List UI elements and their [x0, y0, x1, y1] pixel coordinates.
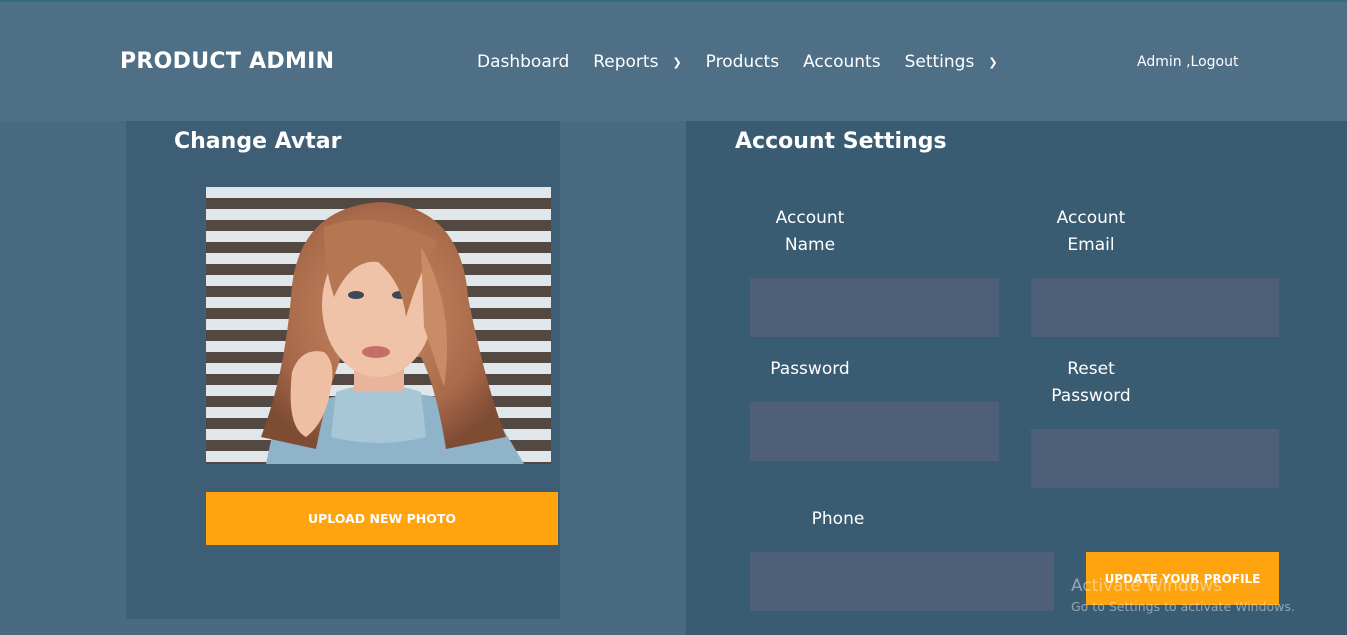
watermark-subtitle: Go to Settings to activate Windows.: [1071, 599, 1295, 614]
password-input[interactable]: [750, 402, 999, 461]
watermark-title: Activate Windows: [1071, 576, 1222, 596]
account-name-input[interactable]: [750, 278, 999, 337]
password-label: Password: [770, 359, 850, 379]
nav-settings-label: Settings: [904, 52, 975, 72]
phone-label: Phone: [811, 509, 865, 529]
account-email-input[interactable]: [1031, 278, 1279, 337]
change-avatar-panel: Change Avtar UPLOAD NEW PHOTO: [126, 121, 560, 619]
nav-dashboard-label: Dashboard: [477, 52, 570, 72]
brand-logo[interactable]: PRODUCT ADMIN: [120, 49, 334, 74]
chevron-down-icon: ❯: [988, 55, 998, 69]
account-name-label: Account Name: [750, 205, 870, 259]
main-nav: Dashboard Reports ❯ Products Accounts Se…: [477, 52, 1022, 72]
reset-password-label-line2: Password: [1051, 386, 1131, 406]
admin-logout-link[interactable]: Admin ,Logout: [1137, 54, 1238, 70]
reset-password-label: Reset Password: [1031, 356, 1151, 410]
account-name-label-line2: Name: [784, 235, 836, 255]
nav-settings[interactable]: Settings ❯: [905, 52, 998, 72]
nav-products[interactable]: Products: [706, 52, 779, 72]
account-email-label-line1: Account: [1056, 208, 1126, 228]
account-name-label-line1: Account: [775, 208, 845, 228]
nav-dashboard[interactable]: Dashboard: [477, 52, 569, 72]
reset-password-label-line1: Reset: [1067, 359, 1115, 379]
upload-new-photo-button[interactable]: UPLOAD NEW PHOTO: [206, 492, 558, 545]
account-email-label: Account Email: [1031, 205, 1151, 259]
avatar-image: [206, 187, 551, 464]
phone-input[interactable]: [750, 552, 1054, 611]
account-settings-title: Account Settings: [735, 129, 947, 154]
top-navbar: PRODUCT ADMIN Dashboard Reports ❯ Produc…: [0, 2, 1347, 121]
nav-accounts[interactable]: Accounts: [803, 52, 881, 72]
nav-reports-label: Reports: [593, 52, 659, 72]
reset-password-input[interactable]: [1031, 429, 1279, 488]
chevron-down-icon: ❯: [672, 55, 682, 69]
nav-products-label: Products: [705, 52, 780, 72]
account-settings-panel: Account Settings Account Name Account Em…: [686, 121, 1347, 635]
nav-accounts-label: Accounts: [803, 52, 881, 72]
change-avatar-title: Change Avtar: [174, 129, 342, 154]
account-email-label-line2: Email: [1067, 235, 1115, 255]
activate-windows-watermark: Activate Windows Go to Settings to activ…: [1071, 576, 1295, 614]
nav-reports[interactable]: Reports ❯: [593, 52, 681, 72]
